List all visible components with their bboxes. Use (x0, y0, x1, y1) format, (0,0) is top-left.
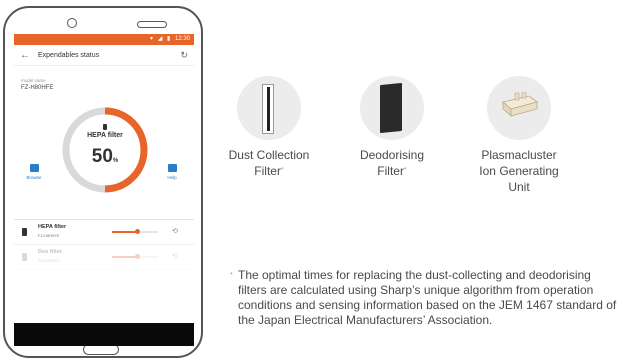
filter-icon (22, 253, 27, 261)
item-model: FZ-H80HFE (38, 233, 60, 238)
footnote-text: The optimal times for replacing the dust… (238, 268, 617, 327)
item-name: Deo filter (38, 249, 62, 255)
model-label: model name (21, 78, 46, 83)
model-name: FZ-H80HFE (21, 85, 54, 91)
earpiece-speaker (137, 21, 167, 28)
gauge-label: HEPA filter (87, 132, 123, 139)
remaining-bar-fill (112, 256, 138, 258)
app-screen: ▾ ◢ ▮ 12:30 ← Expendables status ↻ model… (14, 34, 194, 346)
phone-mockup: ▾ ◢ ▮ 12:30 ← Expendables status ↻ model… (3, 6, 203, 358)
remaining-bar-knob (135, 229, 141, 234)
product-label: Deodorising Filter* (337, 147, 447, 179)
footnote: * The optimal times for replacing the du… (230, 268, 620, 328)
browse-button[interactable]: Browse (22, 164, 46, 180)
product-label: Dust Collection Filter* (214, 147, 324, 179)
product-deodorising-filter: Deodorising Filter* (337, 76, 447, 179)
gauge-value: 50% (69, 146, 141, 168)
product-dust-collection-filter: Dust Collection Filter* (214, 76, 324, 179)
product-label-line1: Dust Collection (228, 148, 310, 162)
gauge-unit: % (112, 158, 119, 164)
cart-icon (29, 164, 39, 172)
list-item[interactable]: HEPA filter FZ-H80HFE ⟲ (14, 220, 194, 245)
screen-title: Expendables status (38, 51, 100, 59)
remaining-bar-knob (135, 254, 141, 259)
item-name: HEPA filter (38, 224, 67, 230)
signal-icon: ◢ (157, 36, 163, 42)
status-bar: ▾ ◢ ▮ 12:30 (14, 34, 194, 45)
reset-icon[interactable]: ⟲ (172, 227, 178, 235)
help-icon (167, 164, 177, 172)
product-image-disc (360, 76, 424, 140)
gauge-percentage: 50 (91, 146, 113, 167)
filter-icon (22, 228, 27, 236)
back-arrow-icon[interactable]: ← (20, 50, 38, 61)
product-label-line2: Filter (254, 164, 281, 178)
ion-unit-image (502, 92, 538, 117)
product-label: Plasmacluster Ion Generating Unit (464, 147, 574, 195)
front-camera (67, 18, 77, 28)
asterisk-mark: * (280, 167, 284, 174)
product-image-disc (487, 76, 551, 140)
product-label-line2: Filter (377, 164, 404, 178)
dust-filter-image (262, 84, 274, 134)
refresh-icon[interactable]: ↻ (180, 50, 188, 61)
remaining-bar-fill (112, 231, 138, 233)
filter-icon (103, 124, 107, 130)
product-ion-generating-unit: Plasmacluster Ion Generating Unit (464, 76, 574, 195)
asterisk-mark: * (403, 167, 407, 174)
footnote-asterisk: * (230, 272, 233, 279)
help-label: Help (167, 175, 177, 180)
wifi-icon: ▾ (150, 36, 154, 42)
battery-icon: ▮ (167, 36, 171, 42)
browse-label: Browse (26, 175, 42, 180)
product-label-line3: Unit (508, 180, 530, 194)
list-item[interactable]: Deo filter FZ-H80DFE ⟲ (14, 245, 194, 270)
product-label-line1: Deodorising (359, 148, 425, 162)
item-model: FZ-H80DFE (38, 258, 60, 263)
deodorising-filter-image (380, 82, 402, 134)
help-button[interactable]: Help (160, 164, 184, 180)
product-label-line2: Ion Generating (479, 164, 559, 178)
consumables-list: HEPA filter FZ-H80HFE ⟲ Deo filter FZ-H8… (14, 219, 194, 270)
status-time: 12:30 (174, 36, 190, 42)
reset-icon[interactable]: ⟲ (172, 252, 178, 260)
product-image-disc (237, 76, 301, 140)
android-nav-bar (14, 323, 194, 346)
app-bar: ← Expendables status ↻ (14, 45, 194, 66)
product-label-line1: Plasmacluster (481, 148, 557, 162)
